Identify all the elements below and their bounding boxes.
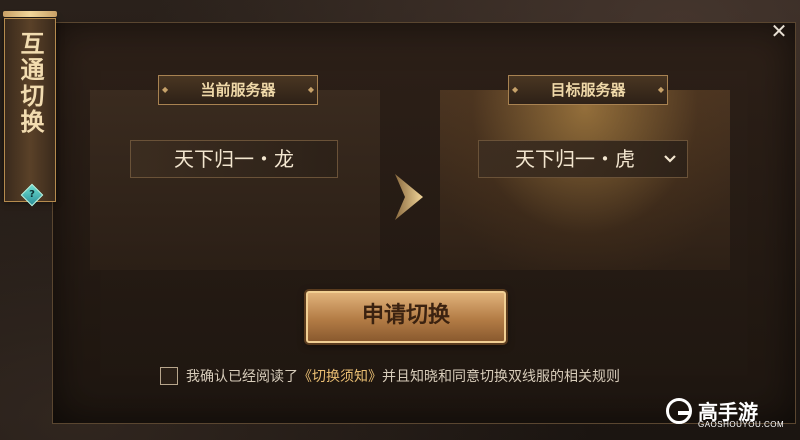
target-server-panel [440,90,730,270]
target-server-label: 目标服务器 [508,75,668,105]
switch-notice-link[interactable]: 《切换须知》 [298,366,382,386]
side-title: 互通切换 [16,31,45,135]
watermark-logo-icon [666,398,692,424]
arrow-right-icon [395,174,423,220]
agreement-checkbox[interactable] [160,367,178,385]
current-server-value: 天下归一・龙 [130,140,338,178]
agreement-suffix: 并且知晓和同意切换双线服的相关规则 [382,369,620,385]
agreement-row: 我确认已经阅读了 《切换须知》 并且知晓和同意切换双线服的相关规则 [160,366,620,386]
target-server-select[interactable]: 天下归一・虎 [478,140,688,178]
current-server-panel [90,90,380,270]
target-server-value: 天下归一・虎 [515,147,635,171]
side-title-banner: 互通切换 ? [3,11,57,207]
current-server-label: 当前服务器 [158,75,318,105]
close-icon[interactable]: ✕ [768,20,790,42]
watermark-sub: GAOSHOUYOU.COM [698,420,785,429]
agreement-prefix: 我确认已经阅读了 [186,369,298,385]
chevron-down-icon[interactable] [663,141,677,191]
watermark: 高手游 GAOSHOUYOU.COM [666,396,786,432]
apply-switch-button[interactable]: 申请切换 [306,291,506,343]
